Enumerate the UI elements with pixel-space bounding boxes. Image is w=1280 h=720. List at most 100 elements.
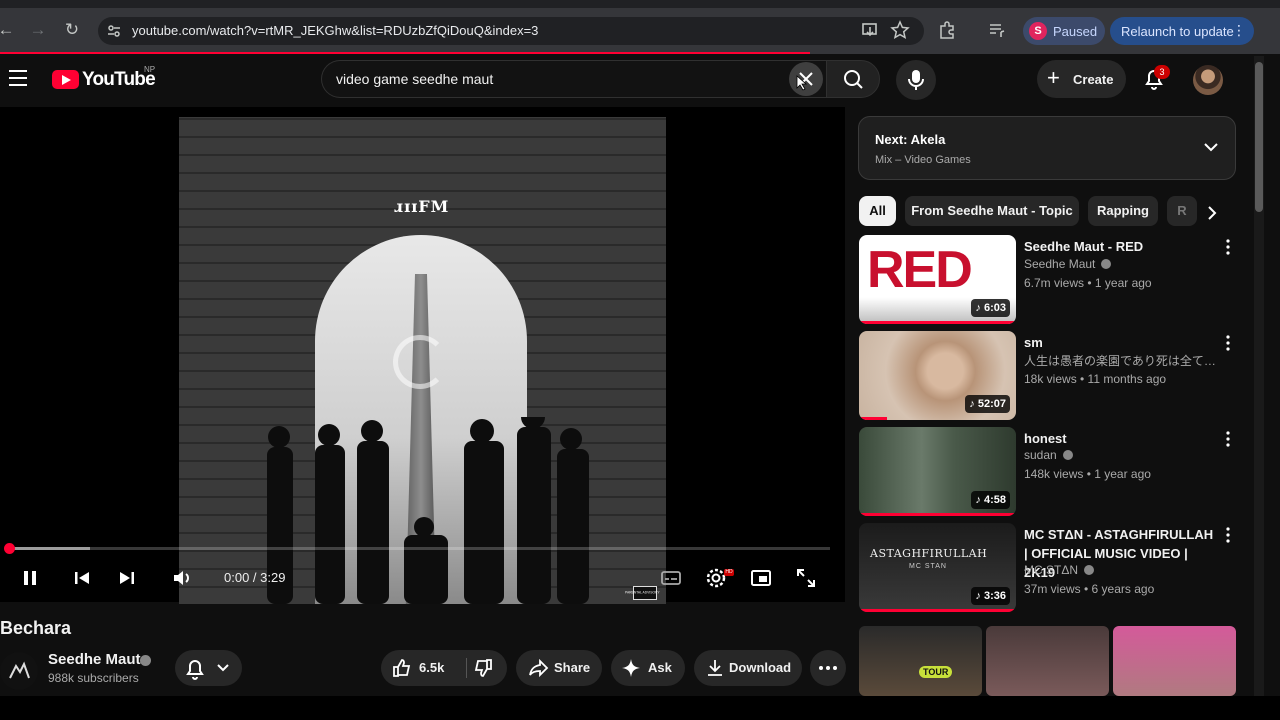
video-thumbnail[interactable]: ♪ 52:07 bbox=[859, 331, 1016, 420]
recommendation-title[interactable]: sm bbox=[1024, 333, 1220, 352]
profile-paused-button[interactable]: S Paused bbox=[1023, 17, 1105, 45]
previous-icon[interactable] bbox=[70, 566, 94, 590]
playlist-next-card[interactable]: Next: Akela Mix – Video Games bbox=[858, 116, 1236, 180]
ask-button[interactable]: Ask bbox=[611, 650, 685, 686]
dislike-thumb-icon[interactable] bbox=[471, 656, 495, 680]
short-thumbnail[interactable]: TOUR bbox=[859, 626, 982, 696]
reload-icon[interactable]: ↻ bbox=[62, 20, 82, 40]
pause-icon[interactable] bbox=[18, 566, 42, 590]
watched-progress-bar bbox=[859, 321, 1016, 324]
channel-name[interactable]: Seedhe Maut bbox=[48, 651, 141, 668]
recommendation-meta: 6.7m views • 1 year ago bbox=[1024, 276, 1152, 290]
fullscreen-icon[interactable] bbox=[794, 566, 818, 590]
chip-from-seedhe-maut[interactable]: From Seedhe Maut - Topic bbox=[905, 196, 1079, 226]
search-icon bbox=[844, 70, 863, 89]
duration-text: 4:58 bbox=[983, 494, 1006, 506]
search-button[interactable] bbox=[826, 60, 880, 98]
microphone-icon bbox=[908, 70, 924, 90]
next-icon[interactable] bbox=[115, 566, 139, 590]
short-thumbnail[interactable] bbox=[986, 626, 1109, 696]
browser-menu-icon[interactable]: ⋮ bbox=[1232, 22, 1246, 39]
chip-all[interactable]: All bbox=[859, 196, 896, 226]
verified-badge-icon bbox=[1084, 565, 1095, 575]
hd-badge: HD bbox=[724, 569, 734, 576]
chip-rapping[interactable]: Rapping bbox=[1088, 196, 1158, 226]
duration-text: 3:36 bbox=[983, 590, 1006, 602]
thumbnail-title-text: ASTAGHFIRULLAH bbox=[870, 547, 988, 560]
more-vertical-icon[interactable] bbox=[1222, 429, 1234, 449]
seek-bar[interactable] bbox=[8, 547, 830, 550]
recommendation-channel: Seedhe Maut bbox=[1024, 257, 1224, 271]
subscription-bell-button[interactable] bbox=[175, 650, 242, 686]
recommendation-meta: 37m views • 6 years ago bbox=[1024, 582, 1155, 596]
recommendation-item[interactable]: ASTAGHFIRULLAH MC STAN ♪ 3:36 MC STΔN - … bbox=[858, 523, 1238, 613]
install-app-icon[interactable] bbox=[860, 20, 880, 40]
video-thumbnail[interactable]: ASTAGHFIRULLAH MC STAN ♪ 3:36 bbox=[859, 523, 1016, 612]
site-settings-icon[interactable] bbox=[107, 24, 121, 38]
short-thumbnail-text: TOUR bbox=[919, 666, 953, 678]
duration-badge: ♪ 52:07 bbox=[965, 395, 1010, 413]
chevron-right-icon[interactable] bbox=[1203, 204, 1221, 222]
subtitles-icon[interactable] bbox=[659, 566, 683, 590]
video-thumbnail[interactable]: ♪ 4:58 bbox=[859, 427, 1016, 516]
page-scrollbar-thumb[interactable] bbox=[1255, 62, 1263, 212]
account-avatar[interactable] bbox=[1193, 65, 1223, 95]
video-thumbnail[interactable]: RED ♪ 6:03 bbox=[859, 235, 1016, 324]
download-label: Download bbox=[729, 660, 792, 675]
recommendation-meta: 18k views • 11 months ago bbox=[1024, 372, 1167, 386]
media-control-icon[interactable] bbox=[987, 20, 1007, 40]
time-display: 0:00 / 3:29 bbox=[224, 570, 286, 585]
like-count[interactable]: 6.5k bbox=[419, 660, 444, 675]
notification-count-badge: 3 bbox=[1154, 65, 1170, 79]
share-button[interactable]: Share bbox=[516, 650, 602, 686]
duration-text: 6:03 bbox=[983, 302, 1006, 314]
guide-menu-icon[interactable] bbox=[9, 70, 29, 88]
voice-search-button[interactable] bbox=[896, 60, 936, 100]
extensions-puzzle-icon[interactable] bbox=[937, 20, 957, 40]
short-thumbnail[interactable] bbox=[1113, 626, 1236, 696]
more-vertical-icon[interactable] bbox=[1222, 237, 1234, 257]
artwork-silhouettes bbox=[267, 417, 589, 604]
sparkle-icon bbox=[622, 659, 640, 677]
more-vertical-icon[interactable] bbox=[1222, 525, 1234, 545]
duration-text: 52:07 bbox=[977, 398, 1006, 410]
recommendation-item[interactable]: ♪ 4:58 honest sudan 148k views • 1 year … bbox=[858, 427, 1238, 517]
recommendation-item[interactable]: RED ♪ 6:03 Seedhe Maut - RED Seedhe Maut… bbox=[858, 235, 1238, 325]
download-button[interactable]: Download bbox=[694, 650, 802, 686]
more-vertical-icon[interactable] bbox=[1222, 333, 1234, 353]
verified-badge-icon bbox=[1101, 259, 1112, 269]
watched-progress-bar bbox=[859, 513, 1016, 516]
back-arrow-icon[interactable]: ← bbox=[0, 20, 16, 40]
scrubber-handle[interactable] bbox=[4, 543, 15, 554]
search-input[interactable]: video game seedhe maut bbox=[321, 60, 826, 98]
ask-label: Ask bbox=[648, 660, 672, 675]
create-button[interactable]: + Create bbox=[1037, 60, 1126, 98]
search-query-text: video game seedhe maut bbox=[336, 71, 494, 87]
miniplayer-icon[interactable] bbox=[749, 566, 773, 590]
page-load-progress bbox=[0, 52, 810, 54]
recommendation-item[interactable]: ♪ 52:07 sm 人生は愚者の楽園であり死は全ての幻... 18k view… bbox=[858, 331, 1238, 421]
bookmark-star-icon[interactable] bbox=[890, 20, 910, 40]
youtube-play-icon bbox=[52, 70, 79, 89]
profile-status-label: Paused bbox=[1053, 24, 1098, 39]
clear-search-button[interactable] bbox=[789, 62, 823, 96]
notifications-button[interactable]: 3 bbox=[1141, 65, 1170, 92]
screen-bottom-edge bbox=[0, 696, 1280, 720]
channel-avatar[interactable] bbox=[0, 652, 38, 690]
recommendation-title[interactable]: honest bbox=[1024, 429, 1220, 448]
chip-partial[interactable]: R bbox=[1167, 196, 1197, 226]
like-thumb-icon[interactable] bbox=[390, 656, 414, 680]
channel-text: MC STΔN bbox=[1024, 563, 1079, 577]
channel-text: sudan bbox=[1024, 448, 1057, 462]
address-bar[interactable]: youtube.com/watch?v=rtMR_JEKGhw&list=RDU… bbox=[98, 17, 924, 45]
artwork-logo-text: ɹɪɪFM bbox=[394, 197, 450, 216]
youtube-logo[interactable]: YouTube NP bbox=[52, 65, 162, 92]
recommendation-title[interactable]: Seedhe Maut - RED bbox=[1024, 237, 1220, 256]
verified-badge-icon bbox=[1062, 450, 1073, 460]
forward-arrow-icon[interactable]: → bbox=[28, 20, 48, 40]
chevron-down-icon[interactable] bbox=[1203, 139, 1219, 155]
relaunch-update-button[interactable]: Relaunch to update ⋮ bbox=[1110, 17, 1254, 45]
download-icon bbox=[708, 660, 722, 676]
more-actions-button[interactable] bbox=[810, 650, 846, 686]
volume-icon[interactable] bbox=[170, 566, 194, 590]
